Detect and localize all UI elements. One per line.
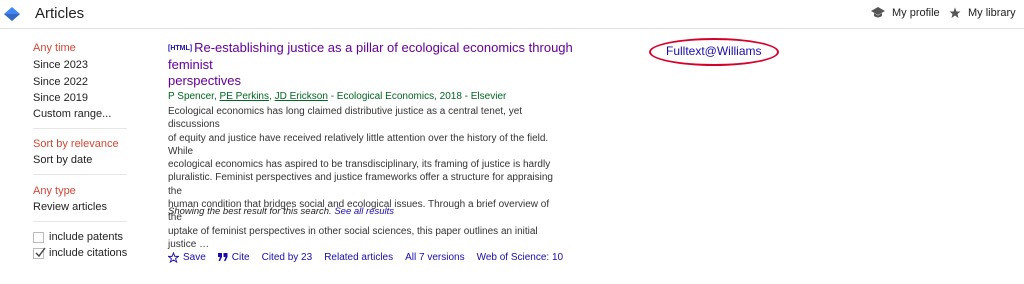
include-citations-label: include citations xyxy=(49,247,128,259)
star-outline-icon xyxy=(168,252,179,264)
my-profile-label: My profile xyxy=(892,7,940,19)
graduation-cap-icon xyxy=(871,7,885,18)
save-label: Save xyxy=(183,252,206,264)
result-title-line1[interactable]: Re-establishing justice as a pillar of e… xyxy=(168,40,573,72)
star-icon xyxy=(949,7,961,18)
cite-button[interactable]: Cite xyxy=(217,252,250,264)
include-citations-checkbox[interactable]: include citations xyxy=(33,247,127,259)
author-link[interactable]: JD Erickson xyxy=(275,91,328,102)
filter-custom-range[interactable]: Custom range... xyxy=(33,108,111,120)
web-of-science-link[interactable]: Web of Science: 10 xyxy=(477,252,564,263)
my-profile-link[interactable]: My profile xyxy=(871,7,940,19)
sidebar-divider xyxy=(33,221,127,222)
related-articles-link[interactable]: Related articles xyxy=(324,252,393,263)
checkbox-checked-icon[interactable] xyxy=(33,247,46,259)
save-button[interactable]: Save xyxy=(168,252,206,264)
sort-by-date[interactable]: Sort by date xyxy=(33,154,92,166)
filter-since-2019[interactable]: Since 2019 xyxy=(33,92,88,104)
author-name: P Spencer xyxy=(168,91,214,102)
quote-icon xyxy=(217,253,228,262)
fulltext-williams-link[interactable]: Fulltext@Williams xyxy=(666,44,762,58)
filter-since-2022[interactable]: Since 2022 xyxy=(33,76,88,88)
page-title: Articles xyxy=(35,5,85,22)
html-tag: [HTML] xyxy=(168,45,193,52)
all-versions-link[interactable]: All 7 versions xyxy=(405,252,464,263)
publication-info: - Ecological Economics, 2018 - Elsevier xyxy=(327,91,507,102)
best-result-text: Showing the best result for this search. xyxy=(168,206,332,217)
best-result-note: Showing the best result for this search.… xyxy=(168,206,394,217)
result-actions: Save Cite Cited by 23 Related articles A… xyxy=(168,252,588,264)
type-review-articles[interactable]: Review articles xyxy=(33,201,107,213)
snippet-line: uptake of feminist perspectives in other… xyxy=(168,225,538,250)
sidebar-divider xyxy=(33,128,127,129)
snippet-line: Ecological economics has long claimed di… xyxy=(168,106,523,131)
my-library-label: My library xyxy=(968,7,1016,19)
checkbox-unchecked-icon[interactable] xyxy=(33,231,44,243)
include-patents-checkbox[interactable]: include patents xyxy=(33,231,123,243)
result-authors: P Spencer, PE Perkins, JD Erickson - Eco… xyxy=(168,91,507,102)
cited-by-link[interactable]: Cited by 23 xyxy=(262,252,313,263)
result-title-line2[interactable]: perspectives xyxy=(168,73,241,88)
snippet-line: pluralistic. Feminist perspectives and j… xyxy=(168,172,553,197)
include-patents-label: include patents xyxy=(49,231,123,243)
scholar-logo-icon[interactable] xyxy=(3,5,21,23)
result-snippet: Ecological economics has long claimed di… xyxy=(168,105,563,251)
author-link[interactable]: PE Perkins xyxy=(220,91,269,102)
sidebar-divider xyxy=(33,174,127,175)
result-title-link[interactable]: [HTML] Re-establishing justice as a pilla… xyxy=(168,40,588,89)
type-any[interactable]: Any type xyxy=(33,185,76,197)
filter-since-2023[interactable]: Since 2023 xyxy=(33,59,88,71)
see-all-results-link[interactable]: See all results xyxy=(334,206,394,217)
search-result: [HTML] Re-establishing justice as a pilla… xyxy=(168,40,588,264)
cite-label: Cite xyxy=(231,252,250,264)
snippet-line: ecological economics has aspired to be t… xyxy=(168,159,551,171)
my-library-link[interactable]: My library xyxy=(949,7,1016,19)
sort-by-relevance[interactable]: Sort by relevance xyxy=(33,138,119,150)
top-header: Articles My profile My library xyxy=(0,0,1024,29)
filter-any-time[interactable]: Any time xyxy=(33,42,76,54)
snippet-line: of equity and justice have received rela… xyxy=(168,132,549,157)
